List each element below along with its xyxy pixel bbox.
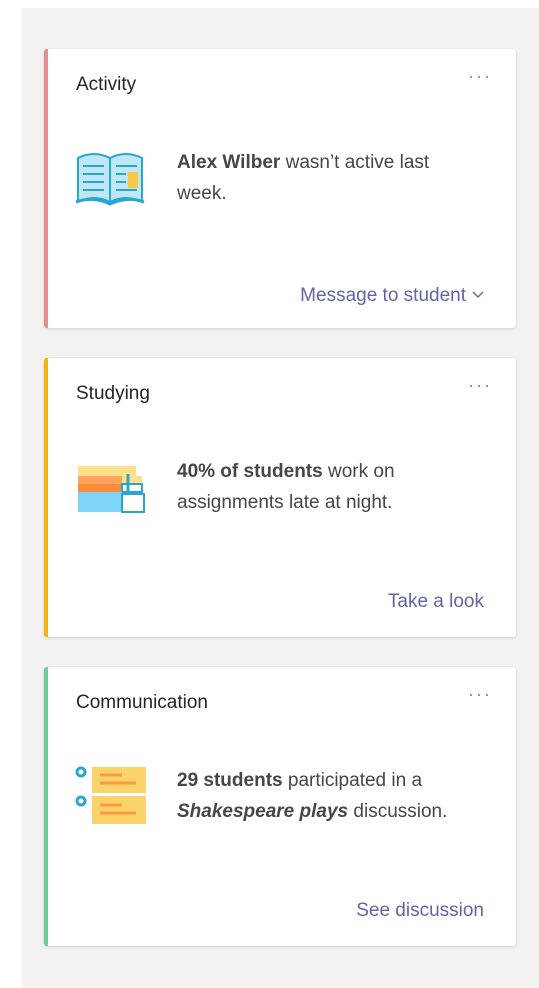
take-a-look-link[interactable]: Take a look <box>388 590 484 614</box>
card-title: Activity <box>76 74 137 95</box>
communication-card: Communication ··· 29 students participat… <box>44 667 516 946</box>
more-options-button[interactable]: ··· <box>468 66 492 86</box>
discussion-list-icon <box>74 763 146 827</box>
student-stat: 40% of students <box>177 461 323 482</box>
more-options-button[interactable]: ··· <box>468 684 492 704</box>
card-description: 29 students participated in a Shakespear… <box>177 770 448 822</box>
activity-card: Activity ··· Alex Wilber wasn’t active l… <box>44 49 516 328</box>
open-book-icon <box>74 144 146 208</box>
studying-card: Studying ··· 40% of students work on ass… <box>44 358 516 637</box>
discussion-topic: Shakespeare plays <box>177 801 349 822</box>
chevron-down-icon <box>472 282 484 306</box>
card-description: Alex Wilber wasn’t active last week. <box>177 152 430 204</box>
student-stat: 29 students <box>177 770 283 791</box>
see-discussion-link[interactable]: See discussion <box>356 899 484 923</box>
card-description: 40% of students work on assignments late… <box>177 461 395 513</box>
card-title: Studying <box>76 383 150 404</box>
student-name: Alex Wilber <box>177 152 281 173</box>
action-label: Message to student <box>300 285 466 306</box>
stacked-books-icon <box>74 460 146 524</box>
card-accent-bar <box>44 358 48 637</box>
card-accent-bar <box>44 667 48 946</box>
card-title: Communication <box>76 692 208 713</box>
more-options-button[interactable]: ··· <box>468 375 492 395</box>
message-to-student-button[interactable]: Message to student <box>300 282 484 308</box>
card-accent-bar <box>44 49 48 328</box>
